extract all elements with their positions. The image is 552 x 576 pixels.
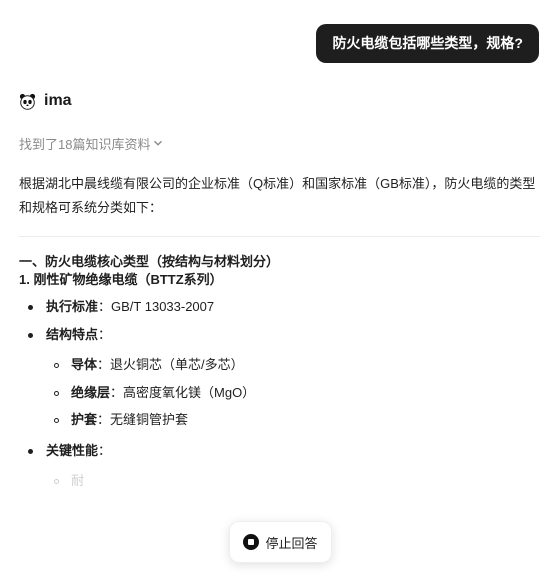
item-value: ： [98, 443, 112, 458]
item-value: ： [98, 327, 112, 342]
panda-icon [19, 93, 36, 110]
item-value: ：GB/T 13033-2007 [98, 299, 215, 314]
divider [19, 236, 540, 237]
knowledge-base-sources-toggle[interactable]: 找到了18篇知识库资料 [19, 134, 163, 153]
answer-intro: 根据湖北中晨线缆有限公司的企业标准（Q标准）和国家标准（GB标准），防火电缆的类… [19, 176, 536, 215]
user-message-bubble: 防火电缆包括哪些类型，规格? [316, 24, 539, 63]
bullet-dot [28, 332, 33, 338]
section-title: 一、防火电缆核心类型（按结构与材料划分） [19, 254, 280, 269]
list-item: 结构特点 ： [28, 326, 111, 344]
sub-list-item: 耐 [54, 472, 84, 490]
item-label: 结构特点 [46, 327, 99, 342]
bullet-ring [54, 362, 59, 368]
bullet-ring [54, 417, 59, 423]
bot-header: ima [19, 92, 72, 110]
streaming-text: 耐 [71, 473, 85, 488]
item-label: 护套 [71, 412, 98, 427]
stop-icon [243, 534, 260, 550]
bullet-dot [28, 448, 33, 454]
item-label: 绝缘层 [71, 385, 111, 400]
item-value: ：退火铜芯（单芯/多芯） [97, 357, 244, 372]
stop-answer-label: 停止回答 [265, 535, 318, 551]
item-value: ：高密度氧化镁（MgO） [110, 385, 256, 400]
item-value: ：无缝铜管护套 [97, 412, 189, 427]
user-message-text: 防火电缆包括哪些类型，规格? [332, 35, 523, 51]
bot-name: ima [44, 92, 72, 109]
sub-title: 1. 刚性矿物绝缘电缆（BTTZ系列） [19, 272, 223, 287]
bullet-dot [28, 304, 33, 310]
item-label: 执行标准 [46, 299, 99, 314]
sub-list-item: 护套 ：无缝铜管护套 [54, 411, 188, 429]
bullet-ring [54, 478, 59, 484]
bullet-ring [54, 390, 59, 396]
list-item: 关键性能 ： [28, 442, 111, 460]
chevron-down-icon [153, 136, 163, 151]
kb-found-label: 找到了18篇知识库资料 [19, 137, 151, 152]
item-label: 关键性能 [46, 443, 99, 458]
list-item: 执行标准 ：GB/T 13033-2007 [28, 298, 214, 316]
sub-list-item: 导体 ：退火铜芯（单芯/多芯） [54, 356, 244, 374]
sub-list-item: 绝缘层 ：高密度氧化镁（MgO） [54, 384, 255, 402]
stop-answer-button[interactable]: 停止回答 [229, 521, 332, 563]
item-label: 导体 [71, 357, 98, 372]
